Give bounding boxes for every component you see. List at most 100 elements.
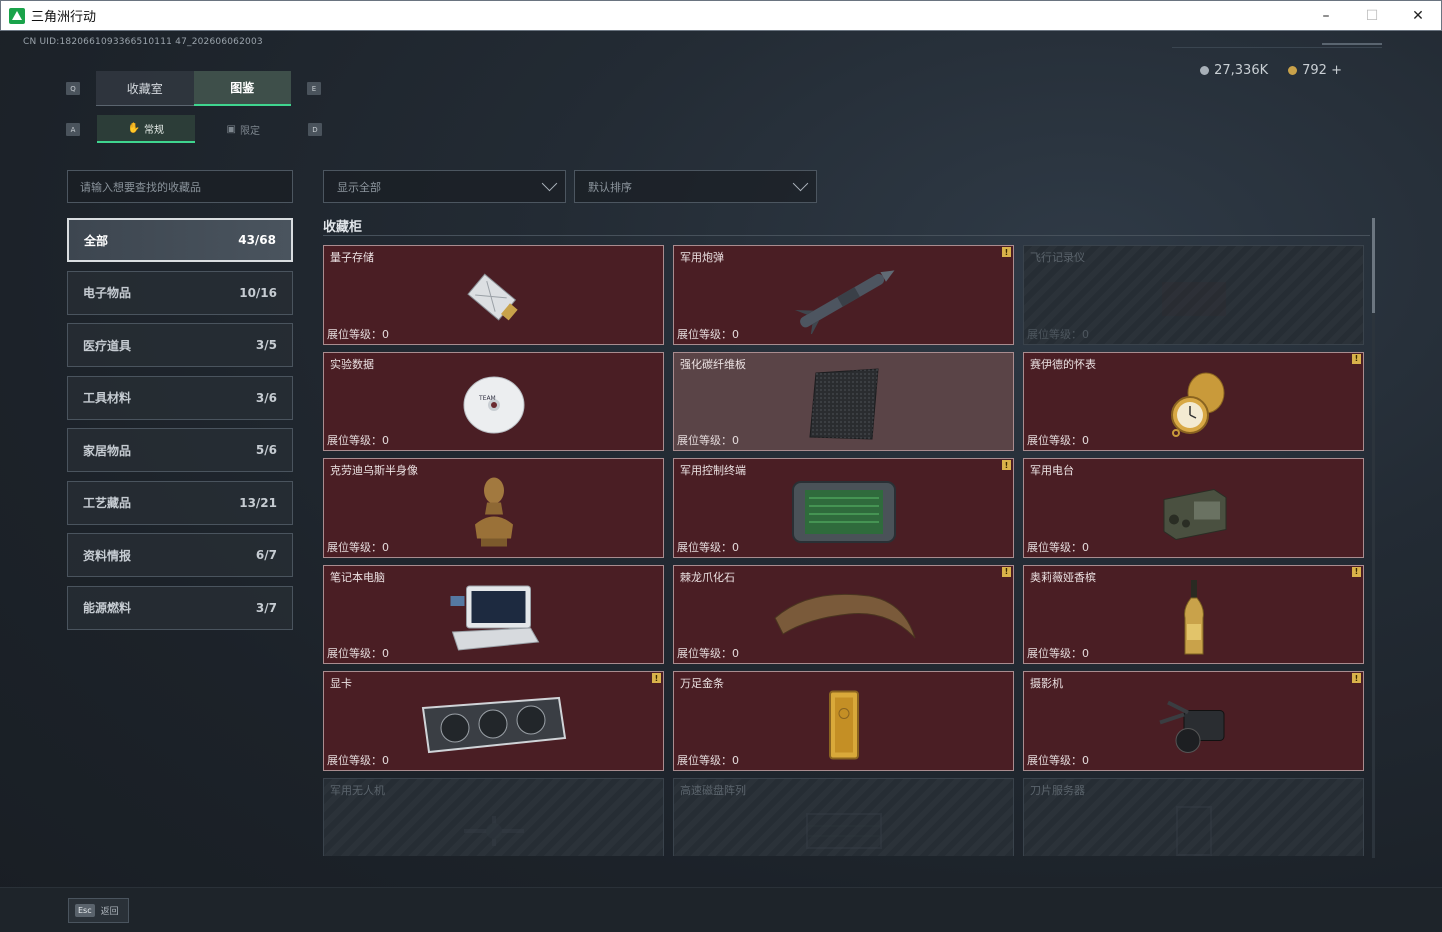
collection-item-card[interactable]: 万足金条 展位等级：0 [673,671,1014,771]
currency-bar: 27,336K 792 + [1200,63,1342,78]
collection-item-card[interactable]: 实验数据 TEAM 展位等级：0 [323,351,664,451]
collection-item-card[interactable]: 摄影机! 展位等级：0 [1023,671,1364,771]
item-level: 展位等级：0 [327,327,389,341]
tab-limited[interactable]: ▣ 限定 [195,115,293,143]
item-name: 强化碳纤维板 [680,357,746,371]
search-input[interactable]: 请输入想要查找的收藏品 [67,170,293,203]
collection-grid: 量子存储 展位等级：0 军用炮弹! 展位等级：0 飞行记录仪 展位等级：0 实验数据 TEAM… [323,245,1368,856]
collection-item-card[interactable]: 赛伊德的怀表! 展位等级：0 [1023,351,1364,451]
category-household[interactable]: 家居物品 5/6 [67,428,293,472]
category-medical[interactable]: 医疗道具 3/5 [67,323,293,367]
alert-badge-icon: ! [1002,460,1011,470]
collection-item-card[interactable]: 刀片服务器 [1023,777,1364,856]
item-name: 万足金条 [680,677,724,690]
key-hint-d: D [308,123,322,136]
close-button[interactable]: ✕ [1395,1,1441,31]
claw-fossil-icon [769,588,919,648]
uid-text: CN UID:1820661093366510111 47_2026060620… [23,37,263,47]
top-decor-line-thin [1172,47,1382,48]
collection-item-card[interactable]: 高速磁盘阵列 [673,777,1014,856]
drone-icon [454,806,534,856]
item-name: 量子存储 [330,251,374,264]
scrollbar-track[interactable] [1372,218,1375,858]
tab-codex[interactable]: 图鉴 [193,71,291,106]
control-terminal-icon [789,476,899,548]
item-name: 飞行记录仪 [1030,251,1085,264]
video-camera-icon [1154,692,1234,757]
key-hint-e: E [307,82,321,95]
item-name: 军用控制终端 [680,464,746,477]
tab-regular[interactable]: ✋ 常规 [97,115,195,143]
collection-item-card[interactable]: 笔记本电脑 展位等级：0 [323,564,664,664]
collection-item-card[interactable]: 军用电台展位等级：0 [1023,458,1364,558]
sort-dropdown[interactable]: 默认排序 [574,170,817,203]
maximize-button[interactable]: ☐ [1349,1,1395,31]
category-tools[interactable]: 工具材料 3/6 [67,375,293,420]
collection-item-card[interactable]: 军用控制终端! 展位等级：0 [673,458,1014,558]
item-level: 展位等级：0 [1027,327,1089,341]
cd-disc-icon: TEAM [459,370,529,440]
alert-badge-icon: ! [652,673,661,683]
category-all[interactable]: 全部 43/68 [67,218,293,262]
item-level: 展位等级：0 [1027,540,1089,554]
collection-item-card[interactable]: 强化碳纤维板 展位等级：0 [673,351,1014,451]
category-electronics[interactable]: 电子物品 10/16 [67,270,293,315]
main-tabs: 收藏室 图鉴 [96,71,291,106]
alert-badge-icon: ! [1352,673,1361,683]
svg-text:TEAM: TEAM [478,395,496,402]
category-crafts[interactable]: 工艺藏品 13/21 [67,480,293,525]
minimize-button[interactable]: – [1303,1,1349,31]
silver-coin-icon [1200,66,1210,75]
collection-item-card[interactable]: 军用无人机 [323,777,664,856]
window-titlebar: 三角洲行动 – ☐ ✕ [0,0,1442,31]
item-name: 摄影机 [1030,677,1063,690]
silver-currency: 27,336K [1200,63,1268,78]
item-level: 展位等级：0 [327,540,389,554]
alert-badge-icon: ! [1002,247,1011,257]
back-button[interactable]: Esc 返回 [68,898,129,923]
chevron-down-icon [792,175,809,192]
graphics-card-icon [419,694,569,756]
collection-item-card[interactable]: 军用炮弹! 展位等级：0 [673,245,1014,345]
item-name: 军用炮弹 [680,251,724,264]
key-hint-q: Q [66,82,80,95]
filter-dropdown[interactable]: 显示全部 [323,170,566,203]
chevron-down-icon [541,175,558,192]
item-name: 赛伊德的怀表 [1030,357,1096,371]
item-name: 高速磁盘阵列 [680,783,746,797]
esc-key: Esc [75,904,95,917]
item-name: 奥莉薇娅香槟 [1030,570,1096,584]
item-name: 显卡 [330,677,352,690]
scrollbar-thumb[interactable] [1372,218,1375,313]
collection-item-card[interactable]: 棘龙爪化石! 展位等级：0 [673,564,1014,664]
item-level: 展位等级：0 [1027,753,1089,767]
collection-item-card[interactable]: 奥莉薇娅香槟! 展位等级：0 [1023,564,1364,664]
window-title: 三角洲行动 [31,10,97,25]
collection-item-card[interactable]: 克劳迪乌斯半身像 展位等级：0 [323,458,664,558]
limited-icon: ▣ [226,123,236,135]
category-list: 全部 43/68 电子物品 10/16 医疗道具 3/5 工具材料 3/6 家居物品 5/… [67,218,293,638]
laptop-icon [446,582,541,654]
hand-icon: ✋ [127,122,140,134]
item-level: 展位等级：0 [677,540,739,554]
collection-item-card[interactable]: 显卡! 展位等级：0 [323,671,664,771]
item-name: 棘龙爪化石 [680,570,735,584]
item-name: 笔记本电脑 [330,570,385,584]
section-divider [323,235,1370,236]
item-level: 展位等级：0 [1027,434,1089,447]
item-level: 展位等级：0 [327,434,389,447]
collection-item-card[interactable]: 量子存储展位等级：0 [323,245,664,345]
radio-icon [1154,479,1234,544]
category-energy[interactable]: 能源燃料 3/7 [67,585,293,630]
category-intel[interactable]: 资料情报 6/7 [67,533,293,577]
collection-item-card[interactable]: 飞行记录仪展位等级：0 [1023,245,1364,345]
tab-collection-room[interactable]: 收藏室 [96,71,194,106]
item-level: 展位等级：0 [677,434,739,447]
add-currency-button[interactable]: + [1331,63,1342,78]
missile-icon [784,264,904,334]
gold-currency: 792 + [1288,63,1342,78]
item-name: 军用电台 [1030,464,1074,477]
item-level: 展位等级：0 [1027,647,1089,660]
gold-coin-icon [1288,66,1298,75]
app-content: CN UID:1820661093366510111 47_2026060620… [0,31,1442,932]
